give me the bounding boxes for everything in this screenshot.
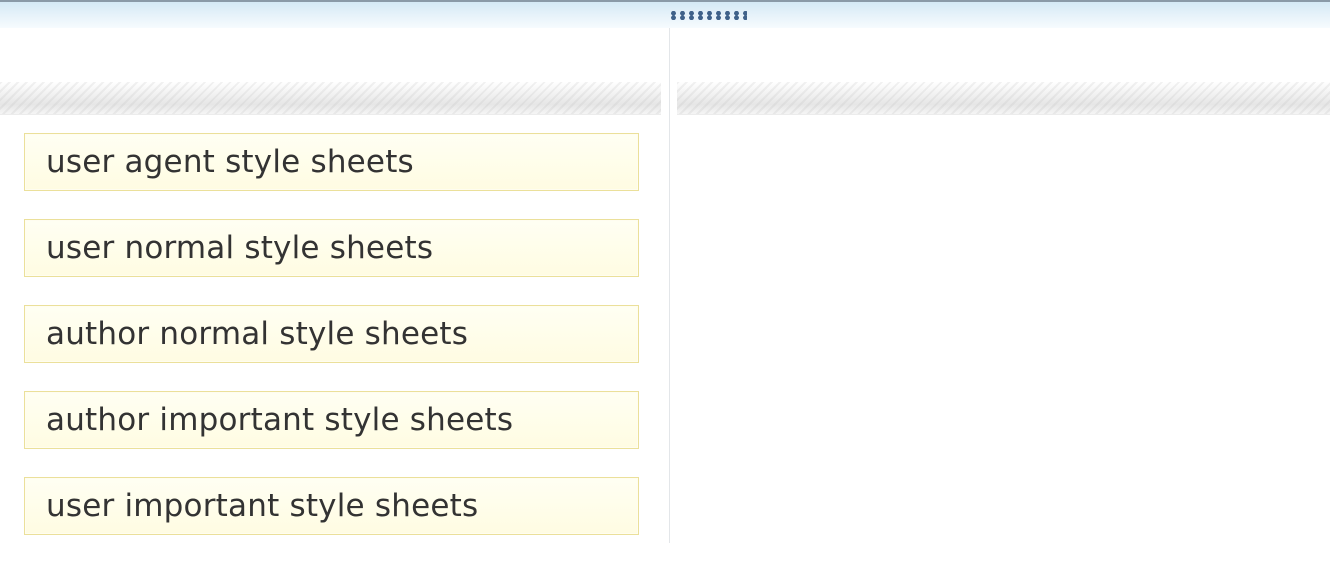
drag-item-label: author normal style sheets [46,316,469,352]
drag-item-label: user important style sheets [46,488,479,524]
drag-item-author-normal[interactable]: author normal style sheets [24,305,639,363]
panel-divider [669,28,670,543]
drag-item-label: user normal style sheets [46,230,434,266]
drag-item-user-agent[interactable]: user agent style sheets [24,133,639,191]
drag-item-user-normal[interactable]: user normal style sheets [24,219,639,277]
drag-item-user-important[interactable]: user important style sheets [24,477,639,535]
target-panel-header [677,82,1330,115]
source-panel-header [0,82,661,115]
drag-grip-icon[interactable] [669,11,747,20]
top-resize-bar[interactable] [0,0,1330,28]
source-list: user agent style sheets user normal styl… [24,133,639,563]
drag-item-author-important[interactable]: author important style sheets [24,391,639,449]
drag-item-label: author important style sheets [46,402,514,438]
drag-item-label: user agent style sheets [46,144,414,180]
